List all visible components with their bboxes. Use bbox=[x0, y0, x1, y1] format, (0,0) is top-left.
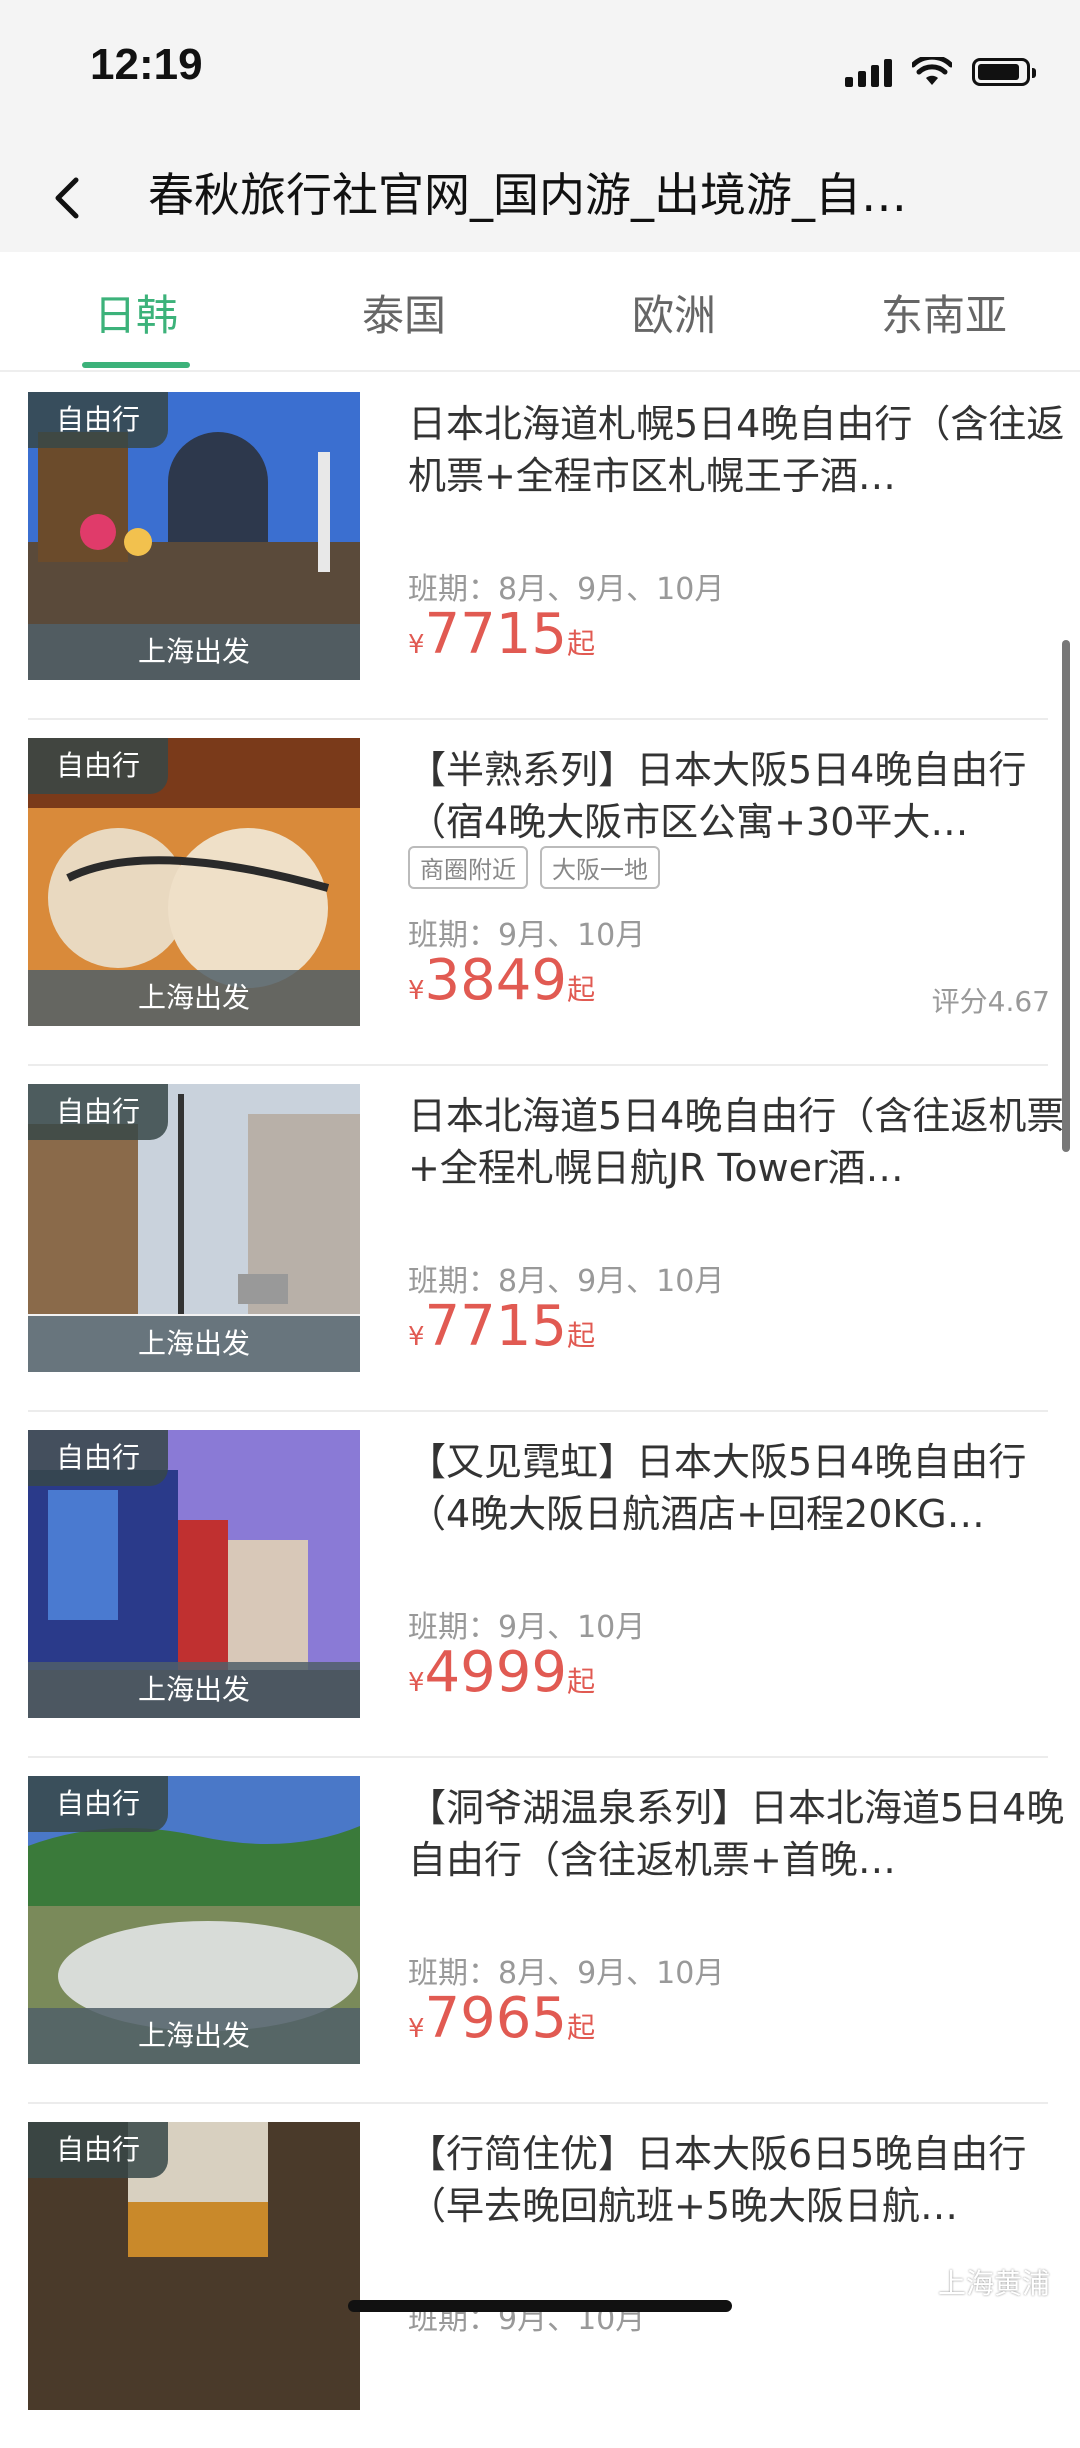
price: ¥7715起 bbox=[408, 1294, 595, 1359]
price-suffix: 起 bbox=[567, 627, 596, 660]
watermark: 上海黄浦 bbox=[895, 2262, 1050, 2302]
page-title: 春秋旅行社官网_国内游_出境游_自… bbox=[148, 168, 907, 222]
currency-symbol: ¥ bbox=[408, 1322, 425, 1352]
product-title: 【洞爷湖温泉系列】日本北海道5日4晚自由行（含往返机票+首晚… bbox=[408, 1786, 1065, 1882]
list-item[interactable]: 自由行 上海出发 日本北海道札幌5日4晚自由行（含往返机票+全程市区札幌王子酒…… bbox=[28, 372, 1064, 720]
product-image: 自由行 上海出发 bbox=[28, 738, 360, 1026]
product-image: 自由行 bbox=[28, 2122, 360, 2410]
price-value: 7715 bbox=[424, 1294, 568, 1359]
battery-icon bbox=[972, 58, 1036, 86]
nav-bar: 春秋旅行社官网_国内游_出境游_自… bbox=[0, 140, 1080, 252]
currency-symbol: ¥ bbox=[408, 630, 425, 660]
tab-europe[interactable]: 欧洲 bbox=[574, 282, 774, 343]
tag: 商圈附近 bbox=[408, 846, 528, 889]
back-arrow-icon[interactable] bbox=[38, 168, 98, 228]
product-title: 【行简住优】日本大阪6日5晚自由行（早去晚回航班+5晚大阪日航… bbox=[408, 2132, 1027, 2228]
wechat-icon bbox=[895, 2268, 930, 2295]
price: ¥3849起 bbox=[408, 948, 595, 1013]
wifi-icon bbox=[912, 57, 952, 85]
product-title: 日本北海道札幌5日4晚自由行（含往返机票+全程市区札幌王子酒… bbox=[408, 402, 1065, 498]
price: ¥7965起 bbox=[408, 1986, 595, 2051]
product-title: 日本北海道5日4晚自由行（含往返机票+全程札幌日航JR Tower酒… bbox=[408, 1094, 1065, 1190]
list-item[interactable]: 自由行 上海出发 【又见霓虹】日本大阪5日4晚自由行（4晚大阪日航酒店+回程20… bbox=[28, 1410, 1048, 1758]
product-image: 自由行 上海出发 bbox=[28, 1084, 360, 1372]
list-item[interactable]: 自由行 上海出发 【半熟系列】日本大阪5日4晚自由行（宿4晚大阪市区公寓+30平… bbox=[28, 718, 1050, 1066]
price-value: 7965 bbox=[424, 1986, 568, 2051]
status-icons bbox=[845, 52, 1036, 92]
watermark-text: 上海黄浦 bbox=[937, 2267, 1050, 2300]
home-indicator[interactable] bbox=[348, 2300, 732, 2312]
tag: 大阪一地 bbox=[540, 846, 660, 889]
tab-southeast-asia[interactable]: 东南亚 bbox=[844, 282, 1044, 343]
currency-symbol: ¥ bbox=[408, 976, 425, 1006]
price: ¥4999起 bbox=[408, 1640, 595, 1705]
departure-label: 上海出发 bbox=[28, 1662, 360, 1718]
list-item[interactable]: 自由行 上海出发 日本北海道5日4晚自由行（含往返机票+全程札幌日航JR Tow… bbox=[28, 1064, 1064, 1412]
price-suffix: 起 bbox=[567, 1319, 596, 1352]
price-suffix: 起 bbox=[567, 973, 596, 1006]
price-value: 7715 bbox=[424, 602, 568, 667]
product-tags: 商圈附近 大阪一地 bbox=[408, 846, 660, 889]
product-type-badge: 自由行 bbox=[28, 1430, 169, 1486]
price: ¥7715起 bbox=[408, 602, 595, 667]
tab-thailand[interactable]: 泰国 bbox=[304, 282, 504, 343]
product-type-badge: 自由行 bbox=[28, 738, 169, 794]
product-type-badge: 自由行 bbox=[28, 1084, 169, 1140]
price-suffix: 起 bbox=[567, 2011, 596, 2044]
departure-label: 上海出发 bbox=[28, 1316, 360, 1372]
scrollbar[interactable] bbox=[1062, 640, 1070, 1152]
departure-label: 上海出发 bbox=[28, 2008, 360, 2064]
cellular-signal-icon bbox=[845, 57, 892, 87]
departure-label: 上海出发 bbox=[28, 624, 360, 680]
product-image: 自由行 上海出发 bbox=[28, 1776, 360, 2064]
product-type-badge: 自由行 bbox=[28, 1776, 169, 1832]
product-title: 【又见霓虹】日本大阪5日4晚自由行（4晚大阪日航酒店+回程20KG… bbox=[408, 1440, 1027, 1536]
tab-japan-korea[interactable]: 日韩 bbox=[36, 282, 236, 343]
price-value: 3849 bbox=[424, 948, 568, 1013]
product-type-badge: 自由行 bbox=[28, 2122, 169, 2178]
price-suffix: 起 bbox=[567, 1665, 596, 1698]
status-bar: 12:19 bbox=[0, 0, 1080, 140]
currency-symbol: ¥ bbox=[408, 2014, 425, 2044]
departure-label: 上海出发 bbox=[28, 970, 360, 1026]
active-tab-indicator bbox=[82, 362, 190, 368]
product-image: 自由行 上海出发 bbox=[28, 392, 360, 680]
category-tabs: 日韩 泰国 欧洲 东南亚 bbox=[0, 252, 1080, 372]
product-type-badge: 自由行 bbox=[28, 392, 169, 448]
price-value: 4999 bbox=[424, 1640, 568, 1705]
product-image: 自由行 上海出发 bbox=[28, 1430, 360, 1718]
status-time: 12:19 bbox=[90, 40, 203, 89]
product-title: 【半熟系列】日本大阪5日4晚自由行（宿4晚大阪市区公寓+30平大… bbox=[408, 748, 1027, 844]
list-item[interactable]: 自由行 上海出发 【洞爷湖温泉系列】日本北海道5日4晚自由行（含往返机票+首晚…… bbox=[28, 1756, 1064, 2104]
rating-text: 评分4.67 bbox=[931, 985, 1050, 1018]
currency-symbol: ¥ bbox=[408, 1668, 425, 1698]
